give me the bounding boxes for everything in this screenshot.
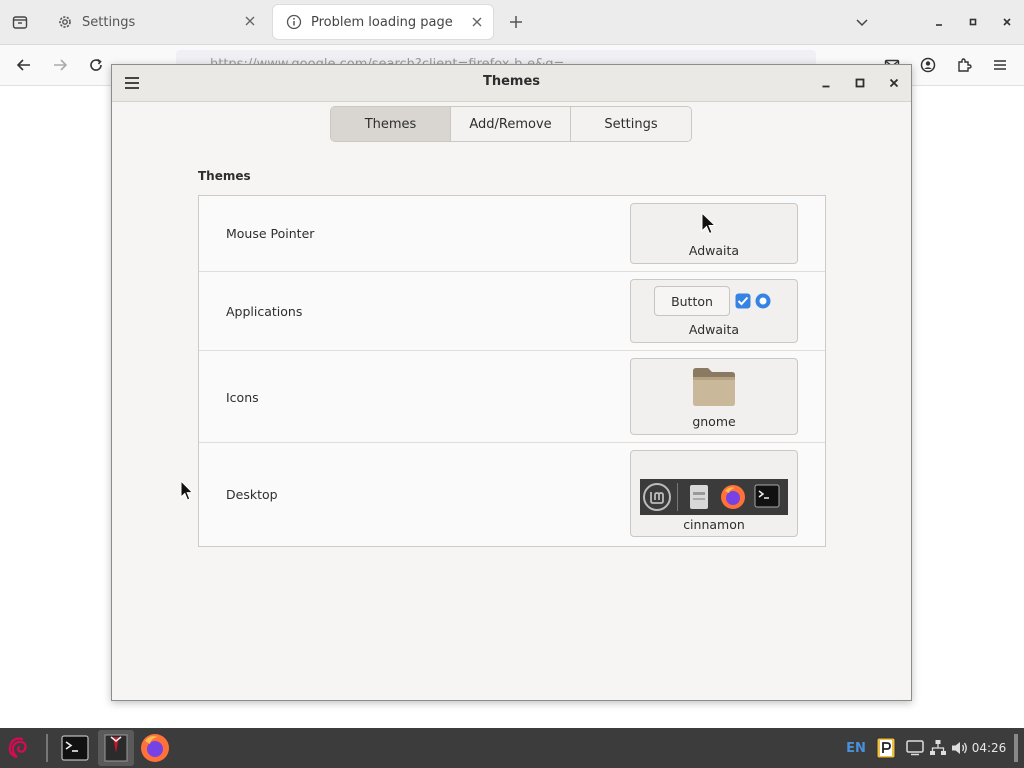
firefox-icon <box>141 734 169 762</box>
desktop-chooser[interactable]: cinnamon <box>630 450 798 537</box>
tab-settings[interactable]: Settings <box>571 107 691 141</box>
arrow-left-icon <box>16 59 30 71</box>
chooser-value: Adwaita <box>688 322 740 337</box>
preview-button: Button <box>654 286 730 316</box>
taskbar-firefox[interactable] <box>138 731 172 765</box>
firefox-icon <box>721 485 745 509</box>
keyboard-layout-indicator[interactable]: EN <box>842 738 870 758</box>
show-desktop-button[interactable] <box>1014 734 1018 762</box>
close-icon <box>889 78 899 88</box>
themes-list: Mouse Pointer Adwaita Applications Butto… <box>198 195 826 547</box>
themes-app-icon <box>104 734 128 762</box>
close-icon <box>1003 18 1011 26</box>
browser-tab-bar: Settings Problem loading page <box>0 0 1024 45</box>
dialog-title: Themes <box>482 74 541 89</box>
app-menu-button[interactable] <box>988 53 1012 77</box>
mint-logo-icon <box>643 483 671 511</box>
taskbar-themes-app[interactable] <box>98 730 134 766</box>
debian-logo-icon <box>8 737 27 759</box>
chooser-value: Adwaita <box>688 243 740 258</box>
browser-minimize-button[interactable] <box>927 10 951 34</box>
info-icon <box>285 13 303 31</box>
volume-icon <box>952 742 967 754</box>
file-manager-icon <box>690 485 708 509</box>
arrow-right-icon <box>54 59 68 71</box>
terminal-icon <box>61 735 89 761</box>
browser-maximize-button[interactable] <box>961 10 985 34</box>
minimize-icon <box>936 24 942 26</box>
list-item-mouse-pointer: Mouse Pointer Adwaita <box>199 196 825 272</box>
tab-list-icon <box>12 16 28 29</box>
tab-problem-loading[interactable]: Problem loading page <box>272 4 494 40</box>
row-label: Applications <box>226 304 303 319</box>
new-tab-button[interactable] <box>504 10 528 34</box>
row-label: Mouse Pointer <box>226 226 315 241</box>
tab-add-remove[interactable]: Add/Remove <box>451 107 571 141</box>
cursor-preview-icon <box>701 212 717 235</box>
gear-icon <box>56 13 74 31</box>
account-button[interactable] <box>916 53 940 77</box>
chooser-value: cinnamon <box>683 517 745 532</box>
network-icon <box>930 740 946 755</box>
icons-chooser[interactable]: gnome <box>630 358 798 435</box>
panel-preview <box>640 479 788 515</box>
clock[interactable]: 04:26 <box>972 738 1007 758</box>
tab-label: Problem loading page <box>311 14 453 30</box>
checkbox-checked-icon <box>735 293 751 309</box>
hamburger-icon <box>994 60 1006 70</box>
clipboard-manager-button[interactable] <box>875 736 897 760</box>
tab-settings[interactable]: Settings <box>44 4 266 40</box>
mouse-pointer-chooser[interactable]: Adwaita <box>630 203 798 264</box>
network-button[interactable] <box>928 738 948 758</box>
close-tab-icon[interactable] <box>469 14 485 30</box>
dialog-minimize-button[interactable] <box>814 71 838 95</box>
clipboard-icon <box>876 737 896 759</box>
section-title: Themes <box>198 169 251 183</box>
tab-themes[interactable]: Themes <box>331 107 451 141</box>
extensions-button[interactable] <box>952 53 976 77</box>
taskbar-terminal[interactable] <box>58 732 92 764</box>
plus-icon <box>510 16 522 28</box>
folder-icon <box>693 368 735 406</box>
row-label: Icons <box>226 390 259 405</box>
reload-icon <box>90 58 102 71</box>
tab-overflow-button[interactable] <box>850 10 874 34</box>
row-label: Desktop <box>226 487 278 502</box>
close-tab-icon[interactable] <box>242 13 258 29</box>
dialog-tab-switcher: Themes Add/Remove Settings <box>330 106 692 142</box>
panel-separator <box>677 483 678 511</box>
minimize-icon <box>822 85 830 88</box>
account-icon <box>920 57 936 73</box>
display-button[interactable] <box>905 738 925 758</box>
taskbar-separator <box>46 734 48 762</box>
puzzle-icon <box>958 58 972 72</box>
terminal-icon <box>754 484 780 508</box>
list-item-desktop: Desktop cinnamon <box>199 443 825 546</box>
dialog-header: Themes <box>112 65 911 102</box>
dialog-close-button[interactable] <box>882 71 906 95</box>
list-item-icons: Icons gnome <box>199 351 825 443</box>
back-button[interactable] <box>12 53 36 77</box>
radio-selected-icon <box>755 293 771 309</box>
taskbar: EN 04:26 <box>0 728 1024 768</box>
mouse-cursor-icon <box>180 480 194 501</box>
browser-close-button[interactable] <box>995 10 1019 34</box>
volume-button[interactable] <box>950 738 970 758</box>
maximize-icon <box>969 18 977 26</box>
display-icon <box>906 740 924 756</box>
dialog-maximize-button[interactable] <box>848 71 872 95</box>
forward-button[interactable] <box>48 53 72 77</box>
chevron-down-icon <box>856 19 868 27</box>
list-item-applications: Applications Button Adwaita <box>199 272 825 351</box>
reload-button[interactable] <box>84 53 108 77</box>
tab-label: Settings <box>82 14 136 30</box>
maximize-icon <box>855 78 865 88</box>
applications-chooser[interactable]: Button Adwaita <box>630 279 798 343</box>
tab-list-button[interactable] <box>6 8 34 36</box>
themes-dialog: Themes Themes Add/Remove Settings Themes… <box>111 64 912 701</box>
chooser-value: gnome <box>692 414 736 429</box>
start-menu-button[interactable] <box>4 733 34 763</box>
